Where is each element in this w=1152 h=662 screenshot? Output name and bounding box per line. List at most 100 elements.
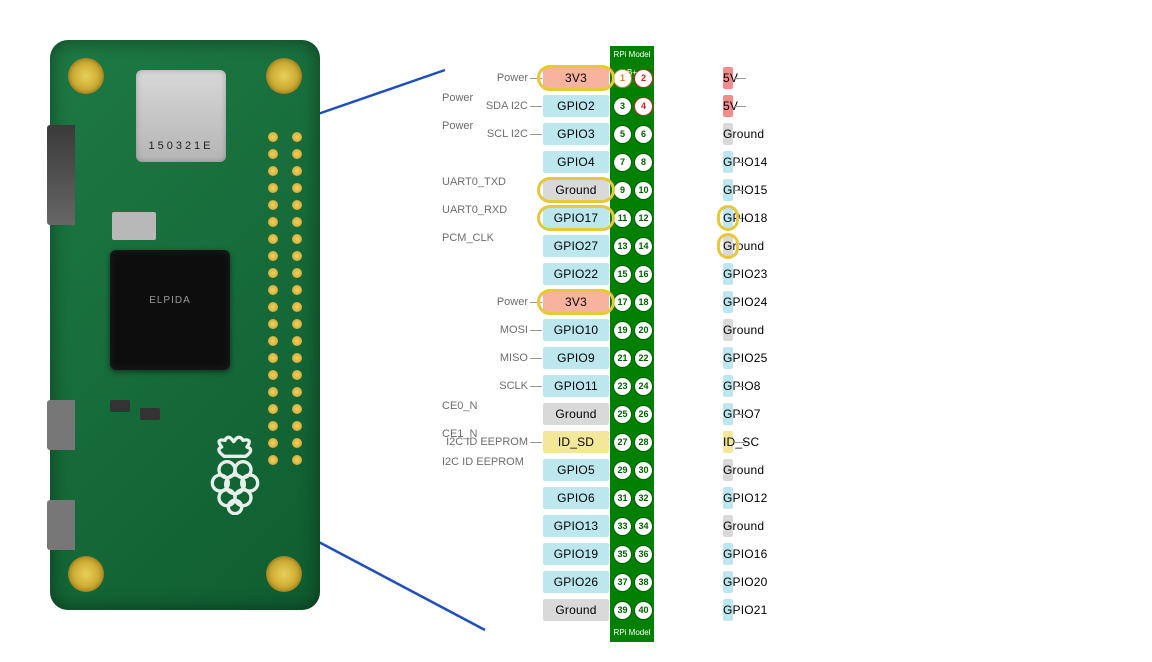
pinout-header-top: RPi Model B+ (610, 46, 654, 64)
pin-name-tag-right: GPIO14 (723, 151, 733, 173)
pin-name-tag-left: ID_SD (543, 431, 609, 453)
pin-name-tag-right: GPIO18 (723, 207, 733, 229)
smd-component (140, 408, 160, 420)
connector-dash (734, 78, 746, 79)
pin-function-label: SCLK (440, 380, 530, 392)
raspberry-pi-logo-icon (200, 435, 270, 515)
pin-pair: 2526 (612, 400, 654, 428)
pin-name-tag-left: 3V3 (543, 67, 609, 89)
mount-hole-icon (266, 556, 302, 592)
pinout-header-bottom: RPi Model B+ (610, 624, 654, 642)
pin-function-label: UART0_RXD (440, 204, 530, 216)
board-photo: 150321E ELPIDA (50, 40, 320, 610)
pin-number-right: 16 (634, 265, 653, 284)
pin-name-tag-left: GPIO19 (543, 543, 609, 565)
pin-pair: 3334 (612, 512, 654, 540)
pin-name-tag-right: GPIO15 (723, 179, 733, 201)
pin-name-tag-right: Ground (723, 515, 733, 537)
connector-dash (530, 386, 542, 387)
pin-number-right: 34 (634, 517, 653, 536)
gpio-pinout-diagram: RPi Model B+ Power3V3125VPowerSDA I2CGPI… (440, 46, 930, 642)
pin-function-label: CE0_N (440, 400, 530, 412)
pin-pair: 56 (612, 120, 654, 148)
pin-row: SCLKGPIO112324GPIO8CE0_N (440, 372, 930, 400)
pin-pair: 1920 (612, 316, 654, 344)
pin-name-tag-right: GPIO7 (723, 403, 733, 425)
pin-name-tag-right: GPIO12 (723, 487, 733, 509)
pin-pair: 1718 (612, 288, 654, 316)
pin-pair: 2122 (612, 344, 654, 372)
connector-dash (734, 386, 746, 387)
connector-dash (530, 78, 542, 79)
sd-card-slot: 150321E (136, 70, 226, 162)
pin-pair: 2728 (612, 428, 654, 456)
gpio-header-holes (268, 132, 302, 465)
chip-manufacturer: ELPIDA (110, 295, 230, 306)
pin-row: GPIO133334Ground (440, 512, 930, 540)
pin-number-right: 24 (634, 377, 653, 396)
pin-number-right: 36 (634, 545, 653, 564)
usb-port (47, 400, 75, 450)
pin-function-label: I2C ID EEPROM (440, 436, 530, 448)
connector-dash (734, 442, 746, 443)
pin-number-left: 23 (613, 377, 632, 396)
pin-function-label: SDA I2C (440, 100, 530, 112)
pin-number-left: 29 (613, 461, 632, 480)
pin-name-tag-left: 3V3 (543, 291, 609, 313)
pin-name-tag-right: GPIO23 (723, 263, 733, 285)
pin-number-left: 11 (613, 209, 632, 228)
power-port (47, 500, 75, 550)
pin-name-tag-left: GPIO22 (543, 263, 609, 285)
pin-number-left: 35 (613, 545, 632, 564)
pin-number-right: 22 (634, 349, 653, 368)
pin-number-right: 28 (634, 433, 653, 452)
pin-row: GPIO263738GPIO20 (440, 568, 930, 596)
pin-name-tag-right: 5V (723, 95, 733, 117)
pin-pair: 34 (612, 92, 654, 120)
connector-dash (530, 330, 542, 331)
pin-function-label: MOSI (440, 324, 530, 336)
pin-name-tag-left: GPIO9 (543, 347, 609, 369)
pin-number-left: 27 (613, 433, 632, 452)
pin-pair: 1314 (612, 232, 654, 260)
pin-name-tag-right: Ground (723, 235, 733, 257)
connector-dash (734, 190, 746, 191)
pin-number-right: 20 (634, 321, 653, 340)
smd-component (112, 212, 156, 240)
pin-number-left: 3 (613, 97, 632, 116)
pin-number-left: 31 (613, 489, 632, 508)
pcb: 150321E ELPIDA (50, 40, 320, 610)
pin-number-left: 39 (613, 601, 632, 620)
pin-pair: 3738 (612, 568, 654, 596)
soc-chip: ELPIDA (110, 250, 230, 370)
connector-dash (530, 358, 542, 359)
pin-name-tag-left: Ground (543, 403, 609, 425)
pin-number-right: 18 (634, 293, 653, 312)
mount-hole-icon (266, 58, 302, 94)
pin-row: Power3V31718GPIO24 (440, 288, 930, 316)
pin-name-tag-left: GPIO6 (543, 487, 609, 509)
pin-name-tag-right: Ground (723, 319, 733, 341)
stage: 150321E ELPIDA (0, 0, 1152, 662)
pin-pair: 3940 (612, 596, 654, 624)
sd-etch-label: 150321E (136, 140, 226, 152)
connector-dash (734, 414, 746, 415)
pin-number-right: 8 (634, 153, 653, 172)
pin-number-right: 10 (634, 181, 653, 200)
pin-name-tag-right: 5V (723, 67, 733, 89)
mount-hole-icon (68, 556, 104, 592)
pin-pair: 78 (612, 148, 654, 176)
connector-dash (530, 442, 542, 443)
pin-name-tag-left: GPIO17 (543, 207, 609, 229)
connector-dash (530, 106, 542, 107)
pin-name-tag-right: Ground (723, 459, 733, 481)
pin-number-left: 37 (613, 573, 632, 592)
pin-pair: 3132 (612, 484, 654, 512)
pin-rows: Power3V3125VPowerSDA I2CGPIO2345VPowerSC… (440, 64, 930, 624)
pin-pair: 910 (612, 176, 654, 204)
pin-name-tag-left: Ground (543, 179, 609, 201)
pin-number-left: 19 (613, 321, 632, 340)
pin-number-left: 5 (613, 125, 632, 144)
pin-row: MOSIGPIO101920Ground (440, 316, 930, 344)
pin-number-right: 14 (634, 237, 653, 256)
